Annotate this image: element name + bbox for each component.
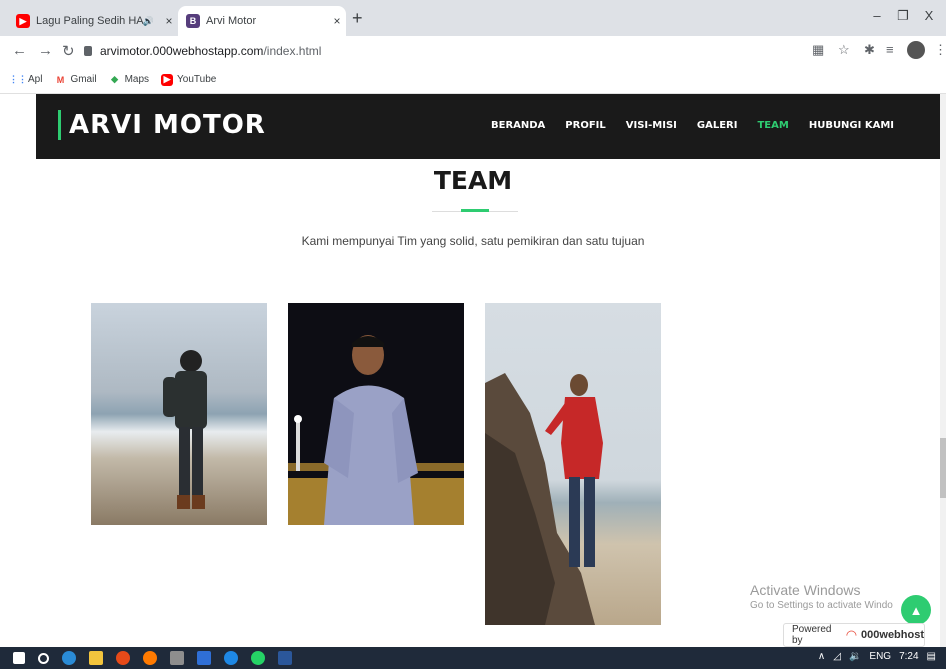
scrollbar-thumb[interactable] <box>940 438 946 498</box>
forward-icon[interactable]: → <box>38 42 53 59</box>
nav-team[interactable]: TEAM <box>757 120 788 131</box>
volume-icon[interactable]: 🔉 <box>849 651 861 662</box>
chevron-up-icon: ▲ <box>909 602 923 618</box>
new-tab-button[interactable]: + <box>352 8 363 29</box>
bookmark-apps[interactable]: ⋮⋮ Apl <box>9 74 43 86</box>
section-title: TEAM <box>433 166 513 195</box>
title-accent-bar <box>461 209 489 212</box>
section-subtitle: Kami mempunyai Tim yang solid, satu pemi… <box>301 234 645 248</box>
person-on-rocks-image <box>485 373 603 625</box>
webhost-logo-icon: ◠ <box>845 627 858 642</box>
scroll-to-top-button[interactable]: ▲ <box>901 595 931 625</box>
store-icon[interactable] <box>197 651 211 665</box>
nav-profil[interactable]: PROFIL <box>565 120 605 131</box>
search-icon[interactable] <box>38 652 49 664</box>
bookmark-star-icon[interactable]: ☆ <box>838 42 850 58</box>
bookmark-youtube[interactable]: ▶ YouTube <box>161 73 217 86</box>
brand-name: ARVI MOTOR <box>69 110 266 140</box>
close-tab-icon[interactable]: × <box>328 14 346 28</box>
site-navbar: ARVI MOTOR BERANDA PROFIL VISI-MISI GALE… <box>36 94 942 159</box>
windows-taskbar <box>0 647 946 669</box>
profile-avatar[interactable] <box>907 41 925 59</box>
apps-grid-icon: ⋮⋮ <box>9 74 27 84</box>
file-explorer-icon[interactable] <box>89 651 103 665</box>
close-window-button[interactable]: X <box>914 8 944 23</box>
whatsapp-icon[interactable] <box>251 651 265 665</box>
bookmark-label: Gmail <box>70 74 97 85</box>
bookmark-label: Maps <box>124 74 150 85</box>
site-menu: BERANDA PROFIL VISI-MISI GALERI TEAM HUB… <box>471 120 894 131</box>
powered-brand: 000webhost <box>861 629 924 641</box>
bookmarks-bar: ⋮⋮ Apl M Gmail ◆ Maps ▶ YouTube <box>0 66 946 94</box>
reading-list-icon[interactable]: ≡ <box>886 42 894 57</box>
bookmark-maps[interactable]: ◆ Maps <box>109 74 149 86</box>
tab-youtube[interactable]: ▶ Lagu Paling Sedih HAPPY AS 🔊 × <box>8 6 178 36</box>
edge-icon[interactable] <box>62 651 76 665</box>
word-icon[interactable] <box>278 651 292 665</box>
clock[interactable]: 7:24 <box>899 651 918 662</box>
tab-arvi-motor[interactable]: B Arvi Motor × <box>178 6 346 36</box>
back-icon[interactable]: ← <box>12 42 27 59</box>
activate-title: Activate Windows <box>750 582 861 598</box>
notifications-icon[interactable]: ▤ <box>927 651 936 662</box>
menu-dots-icon[interactable]: ⋮ <box>934 42 946 58</box>
powered-by-badge[interactable]: Powered by ◠ 000webhost <box>783 623 925 647</box>
url-host: arvimotor.000webhostapp.com <box>100 44 264 58</box>
bootstrap-icon: B <box>186 14 200 28</box>
maps-icon: ◆ <box>111 74 119 84</box>
rider-figure-image <box>163 350 207 509</box>
man-plaid-shirt-image <box>288 335 464 525</box>
logo-accent-bar <box>58 110 61 140</box>
team-member-3-photo[interactable] <box>485 303 661 625</box>
nav-beranda[interactable]: BERANDA <box>491 120 545 131</box>
firefox-icon[interactable] <box>143 651 157 665</box>
translate-icon[interactable]: ▦ <box>812 42 824 58</box>
lock-icon <box>84 46 92 56</box>
gmail-icon: M <box>56 74 65 85</box>
nav-visi-misi[interactable]: VISI-MISI <box>626 120 677 131</box>
network-icon[interactable]: ◿ <box>833 651 841 662</box>
app-icon[interactable] <box>224 651 238 665</box>
address-bar[interactable]: arvimotor.000webhostapp.com/index.html <box>84 40 784 62</box>
windows-start-icon[interactable] <box>13 652 25 664</box>
browser-toolbar: ← → ↻ arvimotor.000webhostapp.com/index.… <box>0 36 946 66</box>
bookmark-gmail[interactable]: M Gmail <box>54 74 97 86</box>
reload-icon[interactable]: ↻ <box>62 42 75 60</box>
chrome-icon[interactable] <box>116 651 130 665</box>
bookmark-label: Apl <box>28 74 43 85</box>
tab-title: Lagu Paling Sedih HAPPY AS <box>36 15 143 27</box>
nav-hubungi-kami[interactable]: HUBUNGI KAMI <box>809 120 894 131</box>
browser-tab-strip: ▶ Lagu Paling Sedih HAPPY AS 🔊 × B Arvi … <box>0 0 946 36</box>
team-member-2-photo[interactable] <box>288 303 464 525</box>
activate-subtitle: Go to Settings to activate Windo <box>750 600 893 611</box>
youtube-icon: ▶ <box>16 14 30 28</box>
url-path: /index.html <box>263 44 322 58</box>
app-icon[interactable] <box>170 651 184 665</box>
language-indicator[interactable]: ENG <box>869 651 891 662</box>
bookmark-label: YouTube <box>177 74 217 85</box>
site-logo[interactable]: ARVI MOTOR <box>58 110 266 140</box>
extensions-icon[interactable]: ✱ <box>864 42 875 58</box>
powered-by-label: Powered by <box>792 624 832 646</box>
close-tab-icon[interactable]: × <box>160 14 178 28</box>
activate-windows-watermark: Activate Windows Go to Settings to activ… <box>750 582 893 611</box>
tray-chevron-icon[interactable]: ∧ <box>818 651 825 662</box>
tab-title: Arvi Motor <box>206 15 257 27</box>
nav-galeri[interactable]: GALERI <box>697 120 738 131</box>
speaker-icon[interactable]: 🔊 <box>143 16 154 27</box>
page-scrollbar[interactable] <box>940 94 946 647</box>
team-member-1-photo[interactable] <box>91 303 267 525</box>
system-tray: ∧ ◿ 🔉 ENG 7:24 ▤ <box>810 651 936 662</box>
youtube-icon: ▶ <box>161 73 174 86</box>
